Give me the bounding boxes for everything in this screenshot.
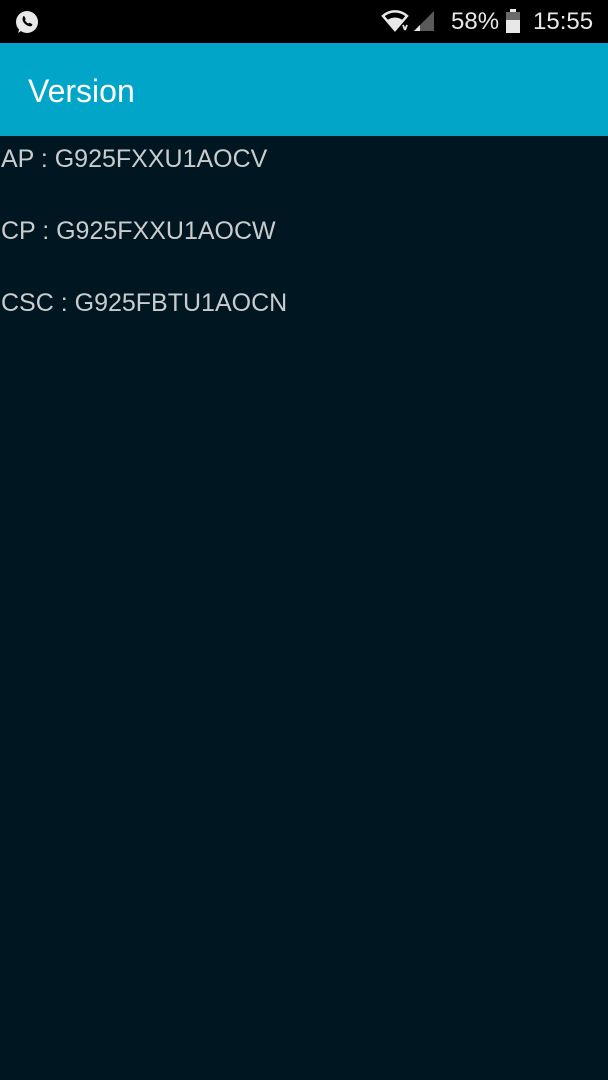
cp-version-text: CP : G925FXXU1AOCW (1, 217, 276, 245)
wifi-icon (381, 10, 409, 32)
battery-percentage: 58% (451, 8, 500, 35)
page-title: Version (28, 73, 135, 109)
battery-icon (506, 9, 520, 33)
clock: 15:55 (533, 8, 594, 35)
cellular-signal-icon (414, 11, 434, 31)
csc-version-text: CSC : G925FBTU1AOCN (1, 289, 288, 317)
whatsapp-icon (16, 11, 38, 33)
ap-version-text: AP : G925FXXU1AOCV (1, 145, 268, 173)
status-bar: 58% 15:55 (0, 0, 608, 43)
app-bar: Version (0, 43, 608, 136)
version-list: AP : G925FXXU1AOCV CP : G925FXXU1AOCW CS… (0, 136, 608, 1080)
